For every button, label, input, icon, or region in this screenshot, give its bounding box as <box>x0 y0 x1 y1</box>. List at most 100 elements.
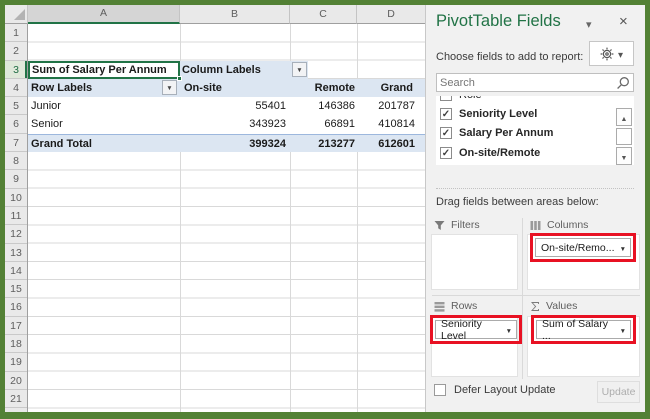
drag-fields-label: Drag fields between areas below: <box>436 196 599 208</box>
pivot-col-onsite[interactable]: On-site <box>180 79 290 97</box>
row-header-11[interactable]: 11 <box>5 207 27 226</box>
areas-horizontal-divider <box>432 295 640 296</box>
selected-cell-a3[interactable]: Sum of Salary Per Annum <box>28 60 182 82</box>
values-label: Values <box>546 300 578 312</box>
checkbox-checked-icon[interactable] <box>440 146 452 159</box>
row-header-10[interactable]: 10 <box>5 189 27 207</box>
columns-icon <box>530 220 541 230</box>
row-header-18[interactable]: 18 <box>5 335 27 354</box>
pivot-col-remote[interactable]: Remote <box>290 79 357 97</box>
row-header-14[interactable]: 14 <box>5 262 27 281</box>
row-header-17[interactable]: 17 <box>5 317 27 336</box>
checkbox-checked-icon[interactable] <box>440 107 452 120</box>
field-item-onsite-remote[interactable]: On-site/Remote <box>436 143 634 162</box>
row-header-13[interactable]: 13 <box>5 244 27 262</box>
pivot-row-label[interactable]: Senior <box>28 115 180 133</box>
pill-caret-icon[interactable] <box>502 324 512 336</box>
update-button[interactable]: Update <box>597 381 640 403</box>
checkbox-unchecked-icon[interactable] <box>440 96 452 101</box>
row-header-19[interactable]: 19 <box>5 353 27 372</box>
defer-layout-label: Defer Layout Update <box>454 384 556 396</box>
pivot-value[interactable]: 66891 <box>290 115 357 133</box>
column-labels-filter-button[interactable] <box>292 62 307 78</box>
values-field-pill[interactable]: Sum of Salary ... <box>531 315 636 344</box>
defer-layout-row: Defer Layout Update <box>434 384 556 396</box>
column-header-b[interactable]: B <box>180 5 290 24</box>
scroll-up-icon[interactable] <box>616 108 632 126</box>
filter-icon <box>434 220 445 230</box>
select-all-corner[interactable] <box>5 5 28 24</box>
search-input[interactable] <box>440 75 610 90</box>
pivot-value[interactable]: 410814 <box>357 115 425 133</box>
pivot-value[interactable]: 343923 <box>180 115 290 133</box>
pivot-col-grand-total[interactable]: Grand Total <box>357 79 425 112</box>
columns-field-label: On-site/Remo... <box>541 241 615 254</box>
pivottable-fields-pane: PivotTable Fields Choose fields to add t… <box>425 5 645 412</box>
pill-caret-icon[interactable] <box>616 324 626 336</box>
filters-well[interactable] <box>431 234 518 290</box>
column-header-a[interactable]: A <box>28 5 180 24</box>
field-item-seniority-level[interactable]: Seniority Level <box>436 104 634 123</box>
row-header-16[interactable]: 16 <box>5 298 27 317</box>
row-header-9[interactable]: 9 <box>5 170 27 189</box>
field-item-role[interactable]: Role <box>436 96 634 104</box>
cells-grid[interactable]: Row Labels On-site Remote Grand Total Ju… <box>28 24 425 412</box>
values-area-header: Values <box>530 300 577 312</box>
field-label: Salary Per Annum <box>459 127 554 140</box>
fill-handle[interactable] <box>177 76 182 82</box>
rows-area-header: Rows <box>434 300 477 312</box>
pane-options-caret-icon[interactable] <box>586 18 592 31</box>
column-labels-cell[interactable]: Column Labels <box>180 60 308 79</box>
areas-vertical-divider <box>522 218 523 379</box>
row-header-6[interactable]: 6 <box>5 115 27 134</box>
pane-title: PivotTable Fields <box>436 12 561 30</box>
columns-area-header: Columns <box>530 219 588 231</box>
grand-total-value[interactable]: 213277 <box>290 135 357 153</box>
field-item-salary-per-annum[interactable]: Salary Per Annum <box>436 124 634 143</box>
select-all-triangle-icon <box>14 9 25 20</box>
row-header-15[interactable]: 15 <box>5 280 27 299</box>
checkbox-checked-icon[interactable] <box>440 127 452 140</box>
defer-checkbox-unchecked-icon[interactable] <box>434 384 446 396</box>
pivot-data-rows: Junior 55401 146386 201787 Senior 343923… <box>28 97 425 134</box>
rows-field-pill[interactable]: Seniority Level <box>430 315 522 344</box>
row-labels-filter-button[interactable] <box>162 80 177 96</box>
scrollbar-thumb[interactable] <box>616 128 632 145</box>
pane-close-icon[interactable] <box>619 13 628 30</box>
row-header-7[interactable]: 7 <box>5 134 27 153</box>
pivot-row-label[interactable]: Junior <box>28 97 180 115</box>
row-header-20[interactable]: 20 <box>5 372 27 390</box>
columns-field-pill[interactable]: On-site/Remo... <box>530 233 636 262</box>
row-header-22[interactable]: 22 <box>5 408 27 412</box>
column-labels-text: Column Labels <box>182 63 261 76</box>
row-header-21[interactable]: 21 <box>5 390 27 409</box>
field-label: On-site/Remote <box>459 146 541 159</box>
row-header-2[interactable]: 2 <box>5 42 27 61</box>
choose-fields-label: Choose fields to add to report: <box>436 51 584 63</box>
worksheet: A B C D 1 2 3 4 5 6 7 8 9 10 11 12 13 14… <box>5 5 425 412</box>
row-header-5[interactable]: 5 <box>5 97 27 116</box>
pivot-header-row: Row Labels On-site Remote Grand Total <box>28 78 425 112</box>
grand-total-value[interactable]: 399324 <box>180 135 290 153</box>
rows-field-label: Seniority Level <box>441 317 482 342</box>
grand-total-value[interactable]: 612601 <box>357 135 425 153</box>
column-header-c[interactable]: C <box>290 5 357 24</box>
row-header-1[interactable]: 1 <box>5 24 27 43</box>
filters-area-header: Filters <box>434 219 480 231</box>
grand-total-label[interactable]: Grand Total <box>28 135 180 153</box>
columns-label: Columns <box>547 219 589 231</box>
row-header-8[interactable]: 8 <box>5 152 27 171</box>
pill-caret-icon[interactable] <box>616 242 626 254</box>
row-header-3[interactable]: 3 <box>5 60 27 79</box>
pivot-value[interactable]: 146386 <box>290 97 357 115</box>
pivot-value[interactable]: 55401 <box>180 97 290 115</box>
tools-button[interactable] <box>589 41 634 66</box>
rows-label: Rows <box>451 300 478 312</box>
fields-list-scrollbar <box>616 96 633 165</box>
scroll-down-icon[interactable] <box>616 147 632 165</box>
row-header-4[interactable]: 4 <box>5 79 27 98</box>
pivot-value[interactable]: 201787 <box>357 97 425 115</box>
row-header-12[interactable]: 12 <box>5 225 27 244</box>
column-header-d[interactable]: D <box>357 5 425 24</box>
pivot-row-labels-header[interactable]: Row Labels <box>28 79 180 97</box>
